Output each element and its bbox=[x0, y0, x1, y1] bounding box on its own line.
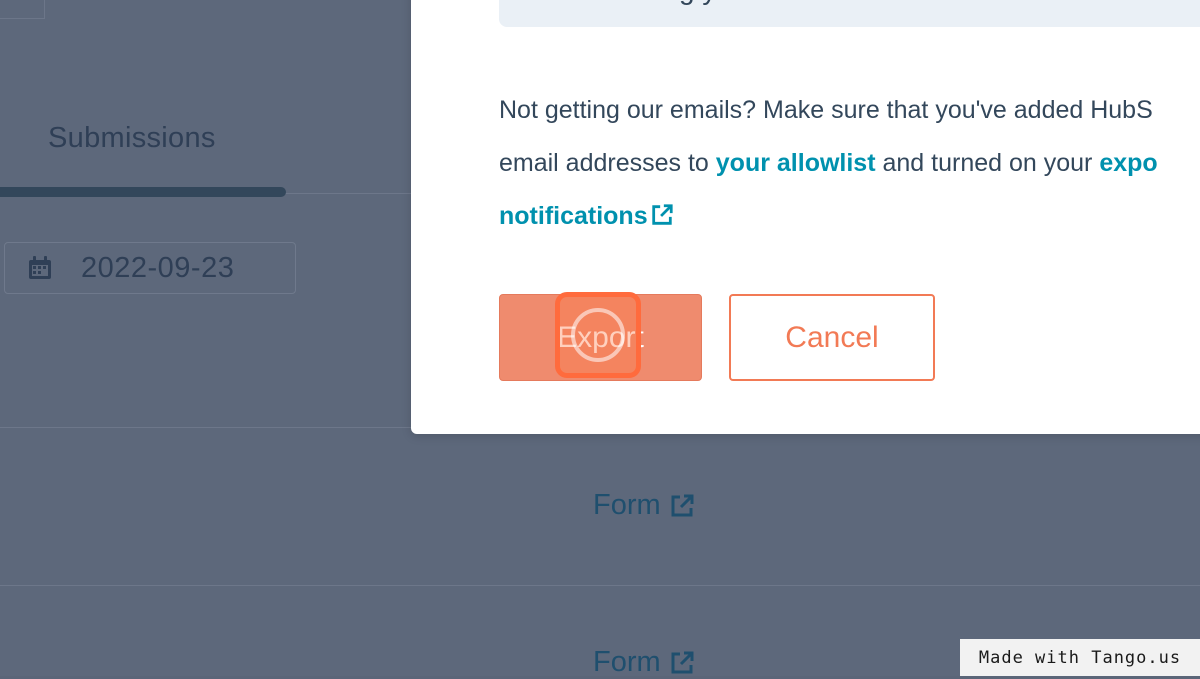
external-link-icon bbox=[671, 494, 694, 516]
external-link-icon bbox=[671, 651, 694, 673]
message-line-3: notifications bbox=[499, 190, 1200, 243]
allowlist-link[interactable]: your allowlist bbox=[716, 149, 876, 177]
notifications-link[interactable]: notifications bbox=[499, 202, 648, 230]
table-row-divider bbox=[0, 585, 1200, 586]
tab-active-indicator bbox=[0, 187, 286, 197]
tango-watermark: Made with Tango.us bbox=[960, 639, 1200, 676]
corner-box bbox=[0, 0, 45, 19]
cancel-button[interactable]: Cancel bbox=[729, 294, 935, 381]
date-filter-field[interactable]: 2022-09-23 bbox=[4, 242, 296, 294]
message-text: and turned on your bbox=[875, 149, 1100, 177]
form-link[interactable]: Form bbox=[593, 489, 695, 522]
info-callout: g y bbox=[499, 0, 1200, 27]
email-help-message: Not getting our emails? Make sure that y… bbox=[499, 84, 1200, 243]
click-indicator-circle bbox=[571, 308, 625, 362]
form-link[interactable]: Form bbox=[593, 646, 695, 679]
message-line-2: email addresses to your allowlist and tu… bbox=[499, 137, 1200, 190]
message-text: email addresses to bbox=[499, 149, 716, 177]
external-link-icon bbox=[651, 204, 673, 225]
callout-text: g y bbox=[679, 0, 716, 6]
calendar-icon bbox=[29, 256, 51, 279]
export-modal: g y Not getting our emails? Make sure th… bbox=[411, 0, 1200, 434]
tab-submissions[interactable]: Submissions bbox=[48, 122, 216, 155]
export-notifications-link[interactable]: expo bbox=[1099, 149, 1157, 177]
date-value: 2022-09-23 bbox=[81, 252, 235, 284]
click-indicator bbox=[555, 292, 641, 378]
form-link-label: Form bbox=[593, 646, 661, 678]
message-line-1: Not getting our emails? Make sure that y… bbox=[499, 96, 1153, 124]
form-link-label: Form bbox=[593, 489, 661, 521]
